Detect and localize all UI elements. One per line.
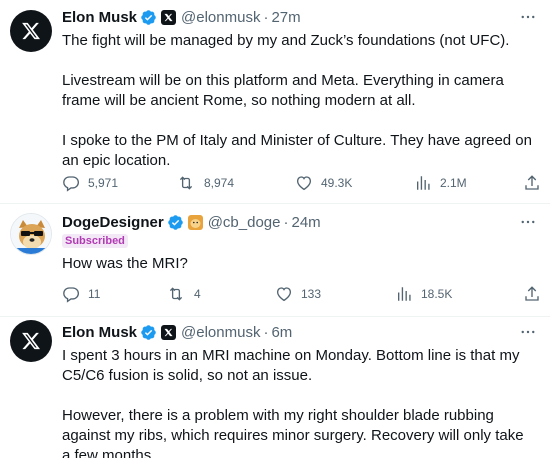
author-name[interactable]: Elon Musk [62,324,137,341]
tweet-paragraph: How was the MRI? [62,255,188,272]
author-handle[interactable]: @elonmusk [181,324,260,341]
reply-icon [63,287,80,303]
subscribed-badge: Subscribed [62,234,128,248]
views-button[interactable]: 2.1M [414,173,467,193]
views-chart-icon [417,176,430,190]
verified-checkmark-icon [141,324,156,340]
avatar[interactable] [10,213,52,255]
action-bar: 11 4 133 18.5K [62,284,540,304]
heart-icon [276,287,292,302]
tweet-paragraph: However, there is a problem with my righ… [62,407,524,458]
reply-icon [63,176,80,192]
tweet-paragraph: I spoke to the PM of Italy and Minister … [62,132,532,169]
views-count: 2.1M [440,176,467,190]
like-count: 49.3K [321,176,353,190]
timestamp[interactable]: 27m [271,9,300,26]
author-name[interactable]: Elon Musk [62,9,137,26]
action-bar: 5,971 8,974 49.3K 2.1M [62,173,540,193]
tweet[interactable]: Elon Musk @elonmusk · 6m I spent 3 hours… [0,316,550,458]
views-button[interactable]: 18.5K [395,284,452,304]
tweet[interactable]: DogeDesigner @cb_doge · 24m Subscribed H… [0,203,550,316]
separator-dot: · [263,8,269,26]
doge-affiliation-icon [187,214,203,230]
author-name[interactable]: DogeDesigner [62,214,164,231]
repost-button[interactable]: 8,974 [176,173,234,193]
x-affiliation-icon [161,9,177,25]
reply-button[interactable]: 11 [62,284,100,304]
like-button[interactable]: 133 [275,284,321,304]
repost-icon [179,176,193,190]
tweet-header: Elon Musk @elonmusk · 27m [62,7,510,27]
x-logo-icon [22,332,40,350]
tweet-text: The fight will be managed by my and Zuck… [62,31,532,171]
views-chart-icon [398,287,411,301]
x-affiliation-icon [161,324,177,340]
repost-icon [169,287,183,301]
reply-count: 11 [88,287,101,301]
more-options-icon[interactable] [518,212,538,232]
tweet[interactable]: Elon Musk @elonmusk · 27m The fight will… [0,0,550,203]
repost-count: 8,974 [204,176,235,190]
avatar[interactable] [10,10,52,52]
share-button[interactable] [523,284,541,304]
share-button[interactable] [523,173,541,193]
tweet-text: How was the MRI? [62,254,532,274]
reply-button[interactable]: 5,971 [62,173,118,193]
tweet-text: I spent 3 hours in an MRI machine on Mon… [62,346,532,458]
heart-icon [296,176,312,191]
views-count: 18.5K [421,287,453,301]
share-icon [525,175,539,190]
avatar[interactable] [10,320,52,362]
verified-checkmark-icon [141,9,156,25]
like-button[interactable]: 49.3K [295,173,352,193]
share-icon [525,286,539,301]
more-options-icon[interactable] [518,7,538,27]
timestamp[interactable]: 6m [271,324,292,341]
tweet-header: Elon Musk @elonmusk · 6m [62,322,510,342]
tweet-paragraph: Livestream will be on this platform and … [62,72,504,109]
more-options-icon[interactable] [518,322,538,342]
repost-count: 4 [194,287,201,301]
tweet-header: DogeDesigner @cb_doge · 24m [62,212,510,232]
x-logo-icon [22,22,40,40]
like-count: 133 [301,287,322,301]
tweet-paragraph: I spent 3 hours in an MRI machine on Mon… [62,347,520,384]
separator-dot: · [263,323,269,341]
reply-count: 5,971 [88,176,119,190]
doge-avatar-icon [11,214,51,254]
repost-button[interactable]: 4 [166,284,201,304]
author-handle[interactable]: @elonmusk [181,9,260,26]
verified-checkmark-icon [167,214,183,230]
author-handle[interactable]: @cb_doge [208,214,281,231]
tweet-paragraph: The fight will be managed by my and Zuck… [62,32,510,49]
timestamp[interactable]: 24m [291,214,320,231]
separator-dot: · [283,213,289,231]
